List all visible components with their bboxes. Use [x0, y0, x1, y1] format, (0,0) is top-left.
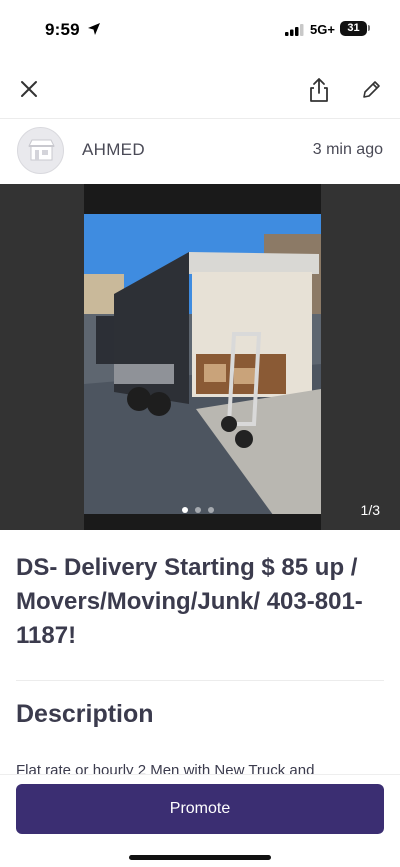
cellular-signal-icon [285, 24, 304, 36]
battery-tip [368, 25, 370, 31]
location-arrow-icon [88, 23, 100, 35]
section-divider [16, 680, 384, 681]
posted-time: 3 min ago [312, 141, 383, 158]
seller-name[interactable]: AHMED [82, 140, 145, 160]
carousel-dot-active[interactable] [182, 507, 188, 513]
description-heading: Description [16, 700, 154, 728]
close-icon[interactable] [16, 76, 42, 102]
trailer-photo-image [84, 184, 321, 530]
share-icon[interactable] [306, 76, 332, 104]
listing-title: DS- Delivery Starting $ 85 up / Movers/M… [16, 554, 363, 649]
status-bar: 9:59 5G+ 31 [0, 0, 400, 60]
network-type: 5G+ [310, 22, 335, 37]
listing-photo[interactable] [84, 184, 321, 530]
home-indicator[interactable] [129, 855, 271, 860]
battery-icon: 31 [340, 21, 367, 36]
carousel-dot[interactable] [208, 507, 214, 513]
battery-level: 31 [347, 22, 360, 34]
carousel-dots[interactable] [182, 507, 214, 513]
storefront-icon [28, 139, 55, 161]
carousel-dot[interactable] [195, 507, 201, 513]
header-divider [0, 118, 400, 119]
seller-avatar[interactable] [17, 127, 64, 174]
edit-pencil-icon[interactable] [358, 78, 384, 102]
image-counter: 1/3 [360, 502, 380, 518]
bottom-action-bar: Promote [0, 774, 400, 867]
image-gallery[interactable]: 1/3 [0, 184, 400, 530]
clock-time: 9:59 [45, 20, 80, 39]
promote-button[interactable]: Promote [16, 784, 384, 834]
